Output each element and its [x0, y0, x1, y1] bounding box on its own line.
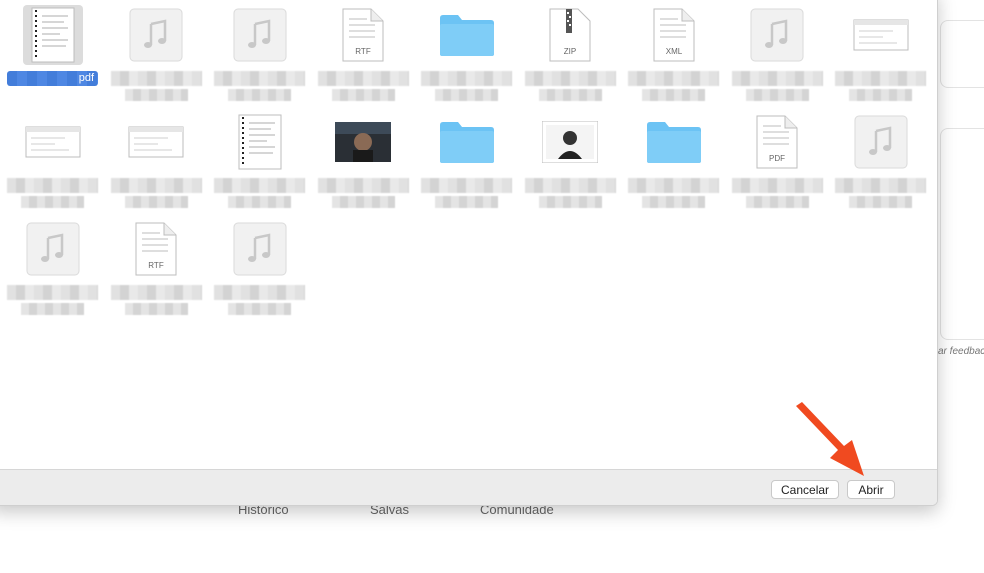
file-name-label: [421, 178, 512, 193]
file-name-label-line2: [331, 196, 395, 208]
cancel-button[interactable]: Cancelar: [771, 480, 840, 499]
xml-file-icon: XML: [644, 5, 704, 65]
folder-icon: [437, 112, 497, 172]
file-icon-grid: pdf RTF ZIP XML PDF RTF: [0, 0, 937, 469]
file-name-label-line2: [538, 196, 602, 208]
file-name-label: [731, 178, 823, 193]
file-name-label: [7, 178, 98, 193]
file-item[interactable]: [829, 0, 932, 101]
svg-text:PDF: PDF: [769, 154, 785, 163]
file-name-label: pdf: [7, 71, 98, 86]
screenshot-thumbnail-icon: [851, 5, 911, 65]
folder-icon: [644, 112, 704, 172]
file-item[interactable]: [208, 98, 311, 208]
file-name-label: [110, 178, 202, 193]
file-item[interactable]: [829, 98, 932, 208]
svg-text:RTF: RTF: [355, 47, 371, 56]
file-name-label: [421, 71, 512, 86]
file-name-label: [524, 71, 616, 86]
music-file-icon: [747, 5, 807, 65]
file-item[interactable]: ZIP: [519, 0, 622, 101]
file-name-label: [7, 285, 98, 300]
file-name-label-line2: [435, 196, 498, 208]
video-thumbnail-icon: [333, 112, 393, 172]
file-name-label: [214, 178, 305, 193]
rtf-file-icon: RTF: [333, 5, 393, 65]
file-item[interactable]: RTF: [312, 0, 415, 101]
zip-file-icon: ZIP: [540, 5, 600, 65]
file-item[interactable]: pdf: [1, 0, 104, 99]
file-item[interactable]: [622, 98, 725, 208]
file-name-label: [214, 71, 305, 86]
screenshot-thumbnail-icon: [126, 112, 186, 172]
file-name-label-line2: [228, 303, 291, 315]
svg-text:ZIP: ZIP: [564, 47, 576, 56]
side-card: [940, 128, 984, 340]
document-preview-icon: [230, 112, 290, 172]
file-item[interactable]: [312, 98, 415, 208]
file-name-label: [214, 285, 305, 300]
file-name-label: [731, 71, 823, 86]
file-name-label-line2: [745, 196, 809, 208]
file-name-label: [628, 71, 719, 86]
red-arrow-annotation: [796, 402, 864, 476]
file-name-label: [317, 71, 409, 86]
file-item[interactable]: [208, 0, 311, 101]
file-item[interactable]: [415, 98, 518, 208]
music-file-icon: [230, 219, 290, 279]
pdf-file-icon: PDF: [747, 112, 807, 172]
screenshot-thumbnail-icon: [23, 112, 83, 172]
file-name-label-line2: [849, 196, 912, 208]
folder-icon: [437, 5, 497, 65]
pdf-preview-icon: [22, 5, 83, 65]
svg-text:XML: XML: [665, 47, 682, 56]
music-file-icon: [23, 219, 83, 279]
music-file-icon: [126, 5, 186, 65]
file-item[interactable]: [208, 205, 311, 315]
music-file-icon: [230, 5, 290, 65]
file-item[interactable]: PDF: [726, 98, 829, 208]
file-item[interactable]: [415, 0, 518, 101]
music-file-icon: [851, 112, 911, 172]
file-name-label: [835, 71, 926, 86]
file-item[interactable]: RTF: [105, 205, 208, 315]
photo-thumbnail-icon: [540, 112, 600, 172]
feedback-link[interactable]: ar feedback: [938, 346, 984, 357]
file-item[interactable]: [726, 0, 829, 101]
open-button[interactable]: Abrir: [847, 480, 895, 499]
svg-text:RTF: RTF: [148, 261, 164, 270]
file-name-label: [317, 178, 409, 193]
file-name-label-line2: [124, 303, 188, 315]
file-item[interactable]: XML: [622, 0, 725, 101]
file-item[interactable]: [519, 98, 622, 208]
file-name-label: [524, 178, 616, 193]
side-card: [940, 20, 984, 88]
file-name-label: [835, 178, 926, 193]
file-item[interactable]: [1, 205, 104, 315]
file-name-label-line2: [21, 303, 84, 315]
file-item[interactable]: [105, 98, 208, 208]
file-name-label-line2: [642, 196, 705, 208]
file-name-label: [110, 71, 202, 86]
file-item[interactable]: [1, 98, 104, 208]
file-item[interactable]: [105, 0, 208, 101]
rtf-file-icon: RTF: [126, 219, 186, 279]
file-name-label: [110, 285, 202, 300]
file-name-label: [628, 178, 719, 193]
